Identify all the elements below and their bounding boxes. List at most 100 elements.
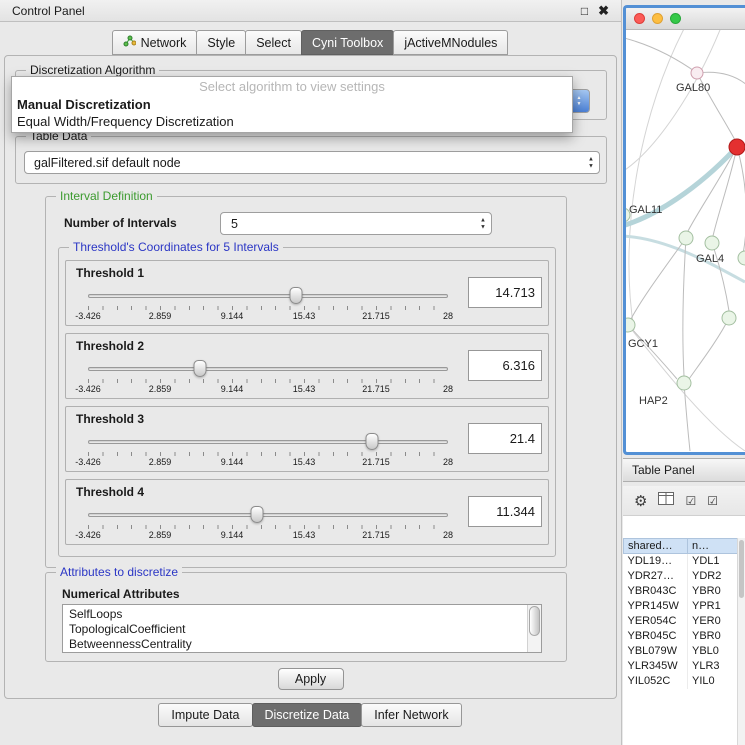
control-panel-titlebar: Control Panel □ ✖ [0,0,621,22]
float-window-icon[interactable]: □ [581,4,588,18]
algorithm-option[interactable]: Manual Discretization [12,96,572,113]
network-node-label: HAP2 [639,395,668,407]
network-node[interactable] [738,251,745,265]
top-tab-bar: Network Style Select Cyni Toolbox jActiv… [0,30,621,55]
table-data-selected-value: galFiltered.sif default node [34,156,181,170]
network-node[interactable] [677,376,691,390]
algorithm-option[interactable]: Equal Width/Frequency Discretization [12,113,572,130]
node-attribute-table: shared… n… YDL19…YDL1YDR27…YDR2YBR043CYB… [623,538,745,689]
network-node[interactable] [705,236,719,250]
table-row[interactable]: YBL079WYBL0 [624,644,745,659]
tick-label: 28 [443,530,453,540]
tab-discretize-data[interactable]: Discretize Data [252,703,363,727]
tick-label: 2.859 [149,530,172,540]
gear-icon[interactable]: ⚙ [634,492,647,510]
table-row[interactable]: YBR045CYBR0 [624,629,745,644]
bottom-tab-bar: Impute Data Discretize Data Infer Networ… [0,703,621,727]
close-traffic-light-icon[interactable] [634,13,645,24]
scrollbar-thumb[interactable] [529,606,540,636]
control-panel-window: Control Panel □ ✖ Network Style Select C… [0,0,622,745]
table-row[interactable]: YER054CYER0 [624,614,745,629]
algorithm-placeholder-option[interactable]: Select algorithm to view settings [12,77,572,96]
network-node[interactable] [691,67,703,79]
list-item[interactable]: TopologicalCoefficient [63,622,541,637]
tick-label: 2.859 [149,311,172,321]
network-icon [123,35,136,50]
table-panel-title: Table Panel [632,463,695,477]
tick-label: 15.43 [293,530,316,540]
tick-label: 9.144 [221,311,244,321]
network-edge [684,383,690,451]
thresholds-group: Threshold's Coordinates for 5 Intervals … [58,247,556,557]
combo-stepper-icon[interactable]: ▲▼ [588,156,594,169]
table-row[interactable]: YIL052CYIL0 [624,674,745,689]
slider-thumb[interactable] [289,287,302,304]
close-icon[interactable]: ✖ [598,3,609,19]
threshold-value-field[interactable]: 11.344 [468,496,542,527]
slider-thumb[interactable] [193,360,206,377]
select-none-checkbox-icon[interactable]: ☑ [707,494,718,508]
table-row[interactable]: YDL19…YDL1 [624,554,745,569]
tick-label: 21.715 [362,311,390,321]
network-canvas[interactable]: GAL80GAL11GAL4GCY1HAP2 [626,30,745,451]
tick-label: 21.715 [362,384,390,394]
scrollbar-thumb[interactable] [739,540,744,598]
apply-button[interactable]: Apply [278,668,344,690]
network-edge [626,30,722,172]
table-row[interactable]: YBR043CYBR0 [624,584,745,599]
tab-impute-data[interactable]: Impute Data [158,703,252,727]
table-row[interactable]: YDR27…YDR2 [624,569,745,584]
minimize-traffic-light-icon[interactable] [652,13,663,24]
threshold-4-slider[interactable]: -3.4262.8599.14415.4321.71528 [88,505,448,543]
list-scrollbar[interactable] [527,605,541,652]
tab-style[interactable]: Style [196,30,246,55]
table-scrollbar[interactable] [737,538,745,745]
threshold-3-slider[interactable]: -3.4262.8599.14415.4321.71528 [88,432,448,470]
slider-thumb[interactable] [366,433,379,450]
network-edge [688,147,737,231]
threshold-value-field[interactable]: 21.4 [468,423,542,454]
threshold-4-panel: Threshold 4 -3.4262.8599.14415.4321.7152… [65,479,549,545]
slider-tick-marks [88,525,448,529]
combo-stepper-icon[interactable]: ▲▼ [480,217,486,230]
table-panel-header: Table Panel [623,458,745,482]
slider-track[interactable] [88,513,448,517]
list-item[interactable]: BetweennessCentrality [63,637,541,652]
list-item[interactable]: SelfLoops [63,605,541,622]
threshold-1-slider[interactable]: -3.4262.8599.14415.4321.71528 [88,286,448,324]
slider-track[interactable] [88,440,448,444]
select-all-checkbox-icon[interactable]: ☑ [685,494,696,508]
tab-select[interactable]: Select [245,30,302,55]
slider-track[interactable] [88,367,448,371]
page-title: Control Panel [12,4,85,18]
tab-network[interactable]: Network [112,30,198,55]
number-of-intervals-select[interactable]: 5 ▲▼ [220,212,492,235]
threshold-value-field[interactable]: 14.713 [468,277,542,308]
table-row[interactable]: YLR345WYLR3 [624,659,745,674]
number-of-intervals-label: Number of Intervals [64,216,177,230]
number-of-intervals-value: 5 [231,217,238,231]
slider-tick-labels: -3.4262.8599.14415.4321.71528 [88,530,448,541]
tab-cyni-toolbox[interactable]: Cyni Toolbox [301,30,394,55]
slider-track[interactable] [88,294,448,298]
network-node[interactable] [722,311,736,325]
table-row[interactable]: YPR145WYPR1 [624,599,745,614]
network-node[interactable] [679,231,693,245]
slider-thumb[interactable] [251,506,264,523]
columns-icon[interactable] [658,492,674,510]
table-data-select[interactable]: galFiltered.sif default node ▲▼ [24,151,600,174]
network-node[interactable] [729,139,745,155]
tab-jactivemnodules[interactable]: jActiveMNodules [393,30,508,55]
numerical-attributes-list[interactable]: SelfLoopsTopologicalCoefficientBetweenne… [62,604,542,653]
network-edge [631,238,686,319]
network-node[interactable] [626,318,635,332]
network-view-window: GAL80GAL11GAL4GCY1HAP2 [623,5,745,455]
tab-infer-network[interactable]: Infer Network [361,703,461,727]
threshold-value-field[interactable]: 6.316 [468,350,542,381]
interval-definition-group: Interval Definition Number of Intervals … [45,196,567,568]
cyni-toolbox-panel: Discretization Algorithm ▲▼ Select algor… [4,55,617,699]
zoom-traffic-light-icon[interactable] [670,13,681,24]
column-header-shared-name[interactable]: shared… [624,539,688,554]
slider-tick-marks [88,452,448,456]
threshold-2-slider[interactable]: -3.4262.8599.14415.4321.71528 [88,359,448,397]
